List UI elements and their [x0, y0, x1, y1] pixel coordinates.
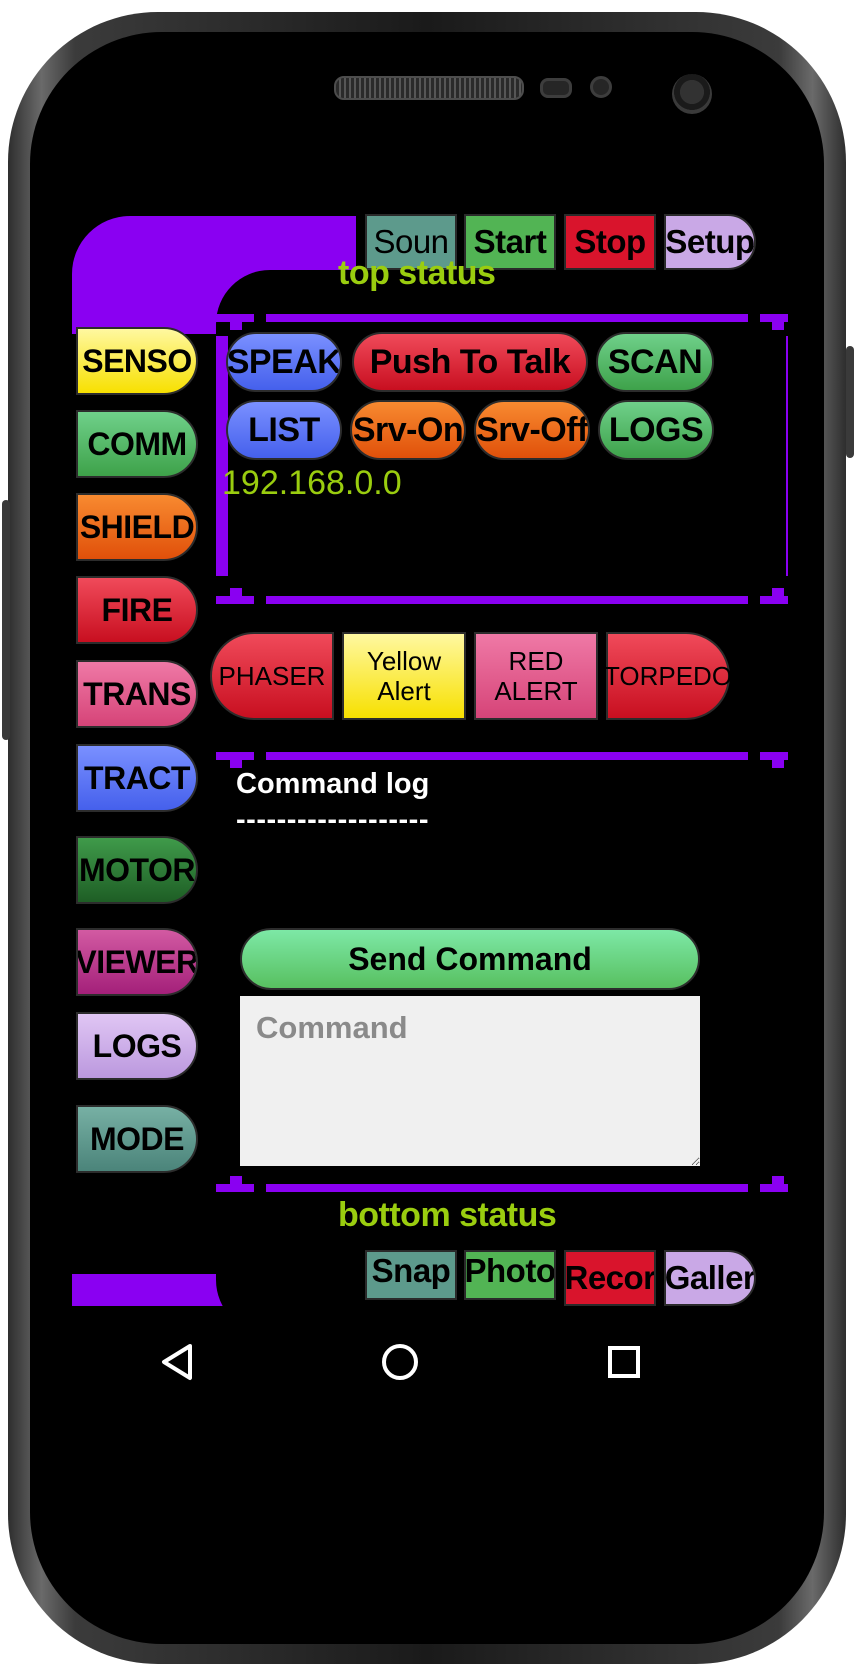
- setup-button[interactable]: Setup: [664, 214, 756, 270]
- phaser-button[interactable]: PHASER: [210, 632, 334, 720]
- photo-button[interactable]: Photo: [464, 1250, 556, 1300]
- earpiece-speaker: [334, 76, 524, 100]
- srv-on-button[interactable]: Srv-On: [350, 400, 466, 460]
- command-input[interactable]: [240, 996, 700, 1166]
- sidebar-item-fire[interactable]: FIRE: [76, 576, 198, 644]
- list-button[interactable]: LIST: [226, 400, 342, 460]
- sidebar-item-tract[interactable]: TRACT: [76, 744, 198, 812]
- push-to-talk-button[interactable]: Push To Talk: [352, 332, 588, 392]
- stop-button[interactable]: Stop: [564, 214, 656, 270]
- home-icon[interactable]: [370, 1332, 430, 1392]
- logs-button[interactable]: LOGS: [598, 400, 714, 460]
- front-camera: [672, 74, 712, 114]
- red-alert-button[interactable]: RED ALERT: [474, 632, 598, 720]
- sidebar-item-shield[interactable]: SHIELD: [76, 493, 198, 561]
- scan-button[interactable]: SCAN: [596, 332, 714, 392]
- send-command-button[interactable]: Send Command: [240, 928, 700, 990]
- sidebar-item-motor[interactable]: MOTOR: [76, 836, 198, 904]
- gallery-button[interactable]: Galler: [664, 1250, 756, 1306]
- light-sensor: [590, 76, 612, 98]
- power-button: [846, 346, 854, 458]
- sidebar-item-viewer[interactable]: VIEWER: [76, 928, 198, 996]
- sidebar-item-logs[interactable]: LOGS: [76, 1012, 198, 1080]
- record-button[interactable]: Recor: [564, 1250, 656, 1306]
- proximity-sensor: [540, 78, 572, 98]
- sidebar-item-trans[interactable]: TRANS: [76, 660, 198, 728]
- volume-button: [2, 500, 10, 740]
- command-log-title: Command log: [236, 768, 430, 800]
- sidebar-item-senso[interactable]: SENSO: [76, 327, 198, 395]
- speak-button[interactable]: SPEAK: [226, 332, 342, 392]
- recents-icon[interactable]: [594, 1332, 654, 1392]
- app-screen: Soun Start Stop Setup top status SENSO C…: [68, 212, 788, 1494]
- ip-address: 192.168.0.0: [222, 464, 402, 502]
- command-log-separator: -------------------: [236, 804, 429, 836]
- sidebar-item-mode[interactable]: MODE: [76, 1105, 198, 1173]
- sidebar-item-comm[interactable]: COMM: [76, 410, 198, 478]
- top-status: top status: [338, 254, 496, 292]
- bottom-status: bottom status: [338, 1196, 557, 1234]
- snap-button[interactable]: Snap: [365, 1250, 457, 1300]
- torpedo-button[interactable]: TORPEDO: [604, 632, 732, 720]
- back-icon[interactable]: [148, 1332, 208, 1392]
- yellow-alert-button[interactable]: Yellow Alert: [342, 632, 466, 720]
- srv-off-button[interactable]: Srv-Off: [474, 400, 590, 460]
